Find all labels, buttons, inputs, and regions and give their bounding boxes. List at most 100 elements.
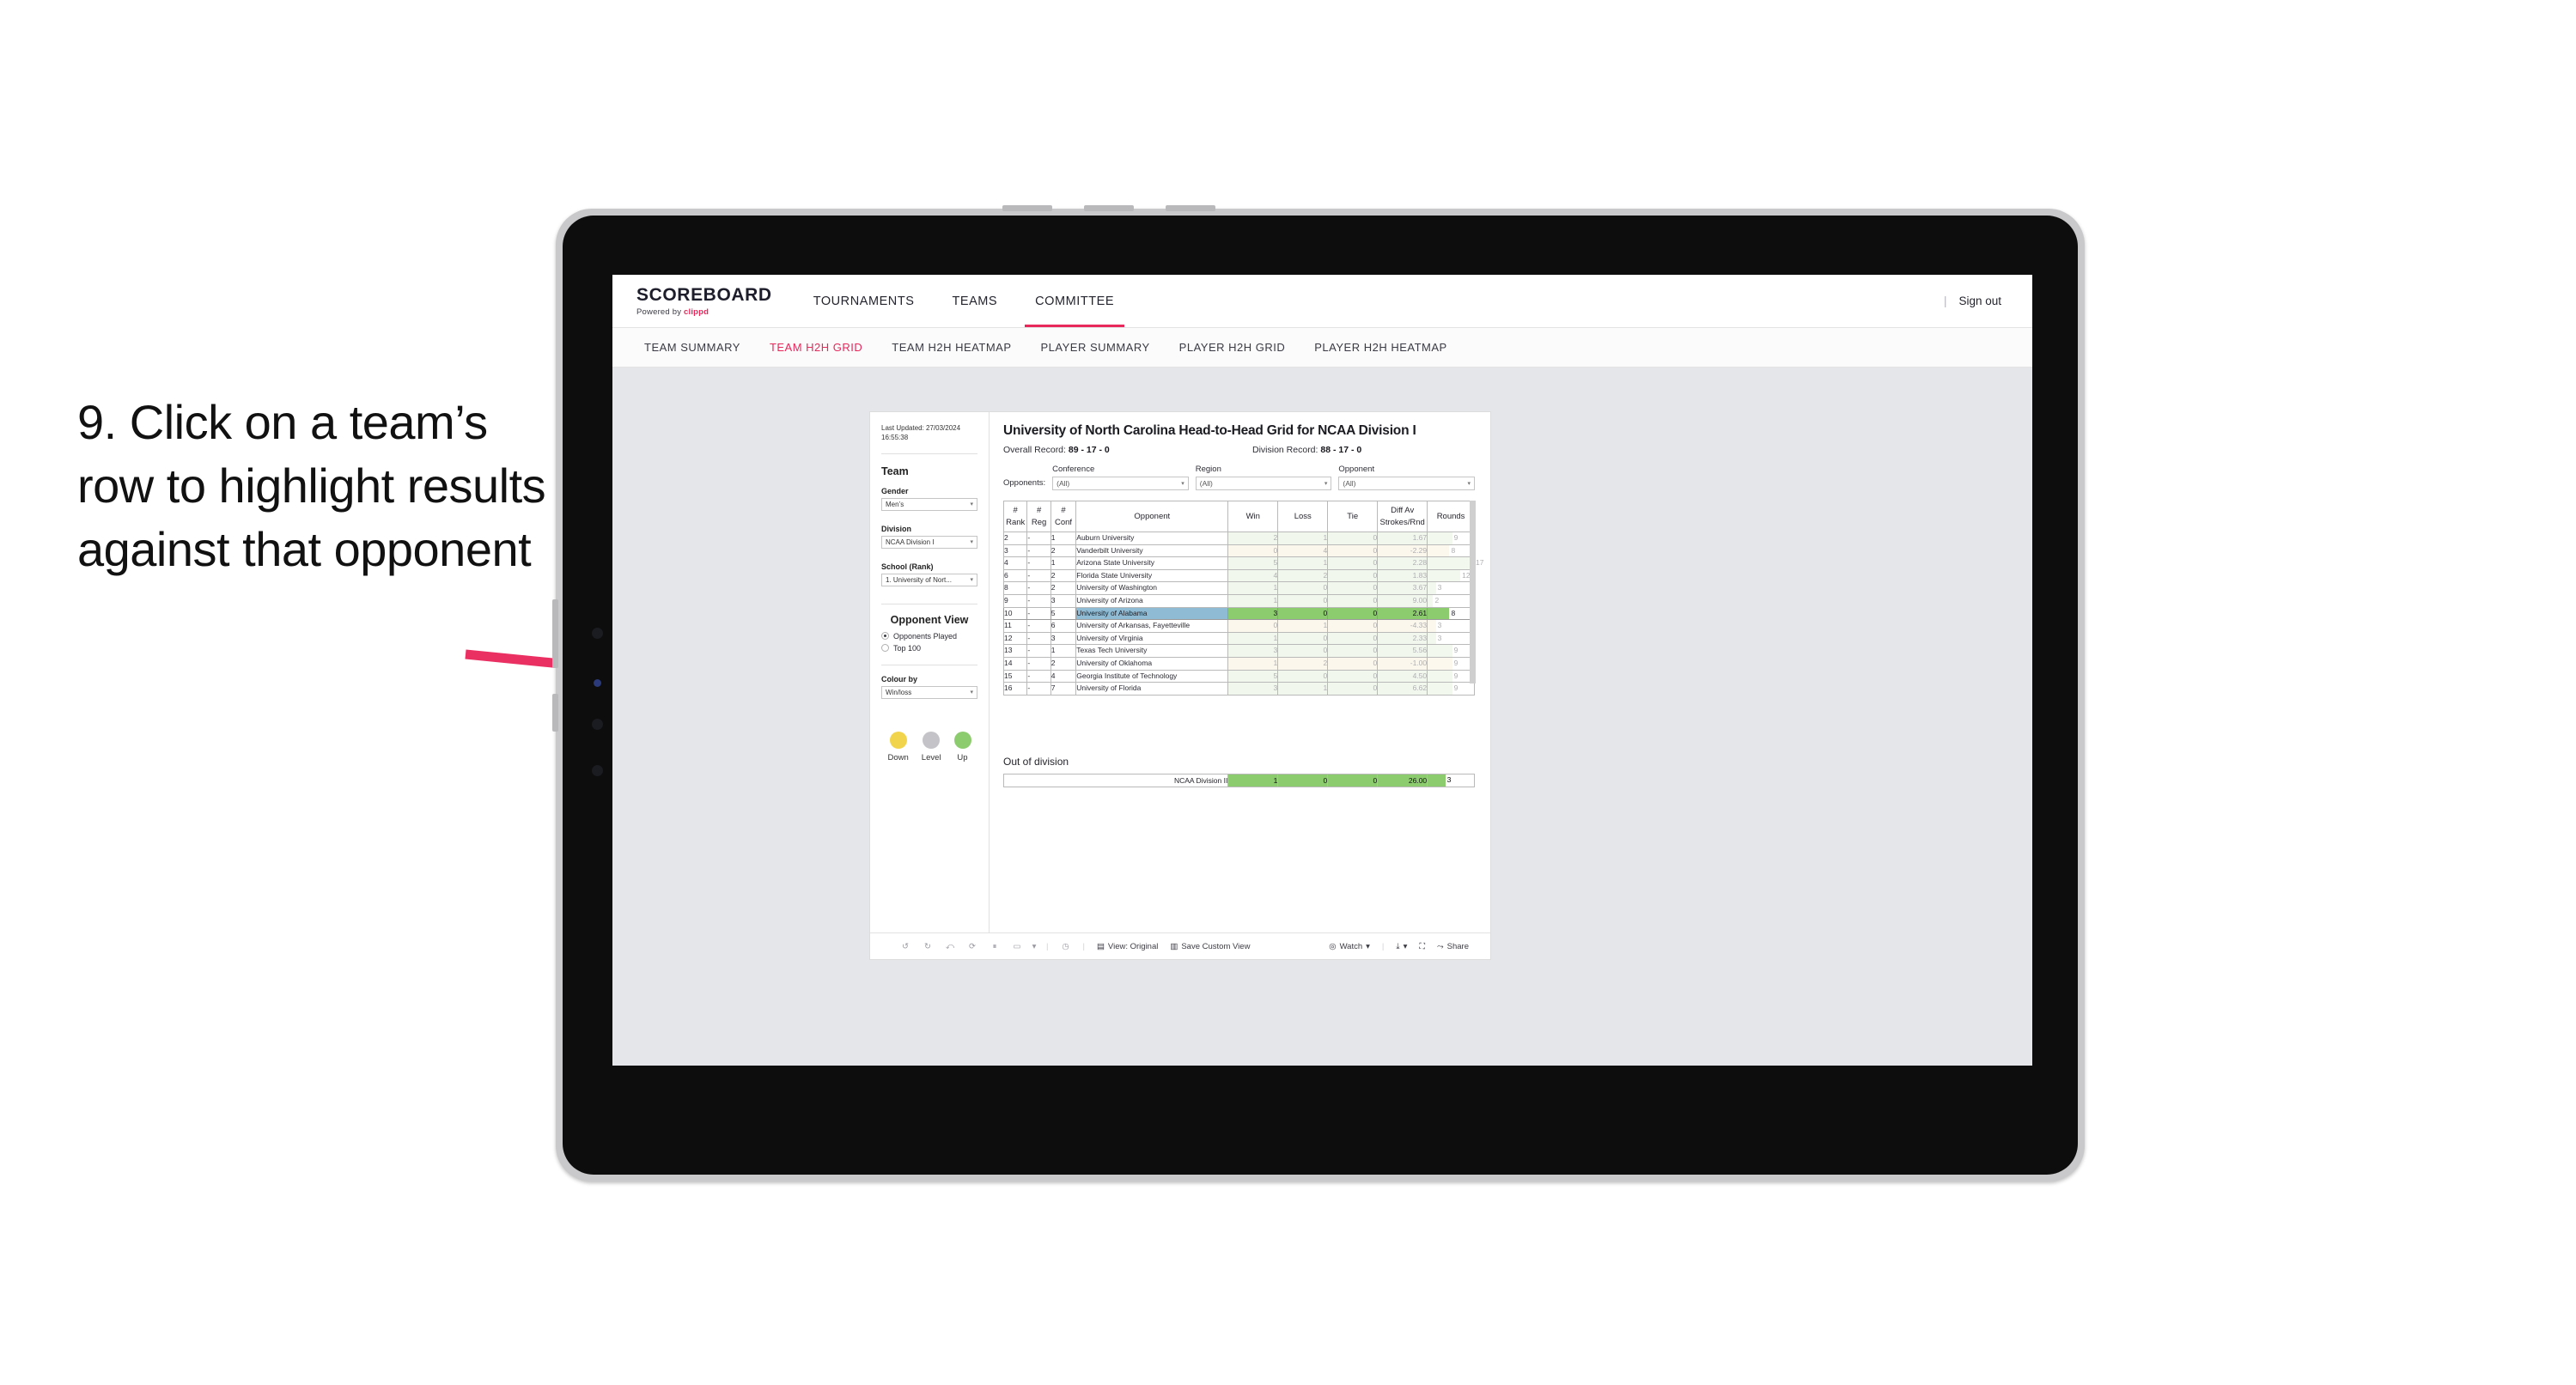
opponent-filter-select[interactable]: (All) ▾ (1338, 477, 1475, 490)
tablet-bezel: SCOREBOARD Powered by clippd TOURNAMENTS… (563, 216, 2078, 1175)
opponent-filter-row: Opponents: Conference (All) ▾ Region (Al… (1003, 465, 1475, 490)
cell-rounds: 12 (1427, 568, 1475, 583)
out-of-division-row[interactable]: NCAA Division II 1 0 0 26.00 3 (1002, 773, 1475, 787)
signout-link[interactable]: Sign out (1958, 295, 2001, 307)
legend-dot-down (889, 731, 907, 749)
cell-diff-av-strokes: 2.33 (1377, 631, 1428, 646)
redo-icon[interactable]: ↻ (917, 935, 939, 957)
download-button[interactable]: ⤓ ▾ (1390, 942, 1413, 951)
table-row[interactable]: 13-1 Texas Tech University 3 0 0 5.56 9 (1002, 644, 1475, 658)
subnav-item-player-h2h-heatmap[interactable]: PLAYER H2H HEATMAP (1300, 341, 1461, 354)
table-row[interactable]: 14-2 University of Oklahoma 1 2 0 -1.00 9 (1002, 656, 1475, 671)
subnav-item-team-summary[interactable]: TEAM SUMMARY (630, 341, 755, 354)
conference-filter-label: Conference (1052, 465, 1095, 474)
table-row[interactable]: 6-2 Florida State University 4 2 0 1.83 12 (1002, 568, 1475, 583)
table-row[interactable]: 2-1 Auburn University 2 1 0 1.67 9 (1002, 532, 1475, 545)
fullscreen-button[interactable]: ⛶ (1413, 942, 1431, 951)
revert-icon[interactable]: ⤺ (939, 935, 961, 957)
table-row[interactable]: 16-7 University of Florida 3 1 0 6.62 9 (1002, 682, 1475, 696)
cell-opponent: University of Virginia (1075, 631, 1229, 646)
cell-win: 1 (1227, 581, 1279, 595)
col-rank: # Rank (1002, 501, 1028, 532)
subnav-item-player-summary[interactable]: PLAYER SUMMARY (1026, 341, 1165, 354)
col-rounds: Rounds (1427, 501, 1475, 532)
cell-conf: 2 (1050, 581, 1077, 595)
colour-by-select[interactable]: Win/loss ▾ (881, 685, 977, 699)
cell-loss: 0 (1277, 581, 1329, 595)
table-row[interactable]: 4-1 Arizona State University 5 1 0 2.28 17 (1002, 556, 1483, 570)
legend-caption-up: Up (957, 752, 968, 762)
overall-record-label: Overall Record: (1003, 445, 1066, 455)
col-rank-line1: # (1013, 505, 1018, 515)
opponent-filter-label: Opponent (1338, 465, 1375, 474)
chevron-down-icon[interactable]: ▾ (1028, 935, 1040, 957)
col-conf-line2: Conf (1054, 517, 1073, 527)
col-tie: Tie (1327, 501, 1379, 532)
refresh-data-icon[interactable]: ⟳ (961, 935, 984, 957)
school-rank-select[interactable]: 1. University of Nort... ▾ (881, 573, 977, 586)
col-win: Win (1227, 501, 1279, 532)
grid-scrollbar[interactable] (1470, 501, 1476, 683)
opponent-view-heading: Opponent View (890, 613, 969, 626)
cell-rounds: 3 (1427, 631, 1475, 646)
ood-loss-cell: 0 (1277, 773, 1329, 787)
cell-opponent: University of Florida (1075, 682, 1229, 696)
region-filter-value: (All) (1199, 479, 1213, 488)
main-panel: University of North Carolina Head-to-Hea… (990, 412, 1490, 932)
brand-sub-accent: clippd (684, 307, 709, 317)
table-row[interactable]: 11-6 University of Arkansas, Fayetteville… (1002, 619, 1475, 633)
radio-top-100[interactable]: Top 100 (881, 644, 977, 653)
region-filter-select[interactable]: (All) ▾ (1195, 477, 1332, 490)
subnav-item-player-h2h-grid[interactable]: PLAYER H2H GRID (1165, 341, 1300, 354)
radio-opponents-played[interactable]: Opponents Played (881, 632, 977, 641)
filter-panel: Last Updated: 27/03/2024 16:55:38 Team G… (870, 412, 990, 932)
cell-opponent: Arizona State University (1075, 556, 1229, 570)
undo-icon[interactable]: ↺ (894, 935, 917, 957)
subnav-item-team-h2h-grid[interactable]: TEAM H2H GRID (755, 341, 877, 354)
device-layout-icon[interactable]: ▭ (1006, 935, 1028, 957)
cell-reg: - (1026, 593, 1051, 608)
view-original-label: View: Original (1107, 941, 1159, 951)
cell-rank: 9 (1002, 593, 1028, 608)
cell-opponent: University of Oklahoma (1075, 656, 1229, 671)
gender-select[interactable]: Men’s ▾ (881, 497, 977, 511)
tablet-device: SCOREBOARD Powered by clippd TOURNAMENTS… (552, 205, 2085, 1182)
share-button[interactable]: ⤳ Share (1431, 942, 1475, 951)
cell-diff-av-strokes: 5.56 (1377, 644, 1428, 658)
cell-rounds: 9 (1427, 532, 1475, 545)
history-clock-icon[interactable]: ◷ (1054, 935, 1076, 957)
ood-win-cell: 1 (1227, 773, 1279, 787)
conference-filter-select[interactable]: (All) ▾ (1052, 477, 1189, 490)
topnav-item-teams[interactable]: TEAMS (933, 275, 1016, 327)
cell-loss: 2 (1277, 568, 1329, 583)
cell-conf: 7 (1050, 682, 1077, 696)
cell-loss: 0 (1277, 644, 1329, 658)
cell-conf: 3 (1050, 593, 1077, 608)
cell-win: 4 (1227, 568, 1279, 583)
col-conf: # Conf (1050, 501, 1077, 532)
table-row[interactable]: 15-4 Georgia Institute of Technology 5 0 0 4.… (1002, 669, 1475, 683)
pause-updates-icon[interactable]: ⏸ (984, 935, 1006, 957)
table-row[interactable]: 12-3 University of Virginia 1 0 0 2.33 3 (1002, 631, 1475, 646)
rounds-value: 9 (1453, 683, 1459, 693)
subnav-item-team-h2h-heatmap[interactable]: TEAM H2H HEATMAP (877, 341, 1026, 354)
watch-button[interactable]: ◎ Watch ▾ (1323, 942, 1376, 951)
save-custom-view-button[interactable]: ▥ Save Custom View (1164, 942, 1256, 951)
cell-rank: 11 (1002, 619, 1028, 633)
cell-conf: 2 (1050, 544, 1077, 558)
out-of-division-table: NCAA Division II 1 0 0 26.00 3 (1002, 773, 1475, 787)
app-logo[interactable]: SCOREBOARD Powered by clippd (612, 275, 795, 327)
view-original-button[interactable]: ▤ View: Original (1091, 942, 1164, 951)
cell-conf: 3 (1050, 631, 1077, 646)
topnav-item-committee[interactable]: COMMITTEE (1016, 275, 1133, 327)
table-row[interactable]: 9-3 University of Arizona 1 0 0 9.00 2 (1002, 593, 1475, 608)
table-row[interactable]: 8-2 University of Washington 1 0 0 3.67 3 (1002, 581, 1475, 595)
cell-rank: 10 (1002, 606, 1028, 621)
table-row[interactable]: 3-2 Vanderbilt University 0 4 0 -2.29 8 (1002, 544, 1475, 558)
table-row[interactable]: 10-5 University of Alabama 3 0 0 2.61 8 (1002, 606, 1475, 621)
view-icon: ▤ (1096, 941, 1105, 951)
legend-dot-level (923, 731, 941, 749)
topnav-item-tournaments[interactable]: TOURNAMENTS (795, 275, 934, 327)
division-select[interactable]: NCAA Division I ▾ (881, 535, 977, 549)
col-opponent: Opponent (1075, 501, 1229, 532)
